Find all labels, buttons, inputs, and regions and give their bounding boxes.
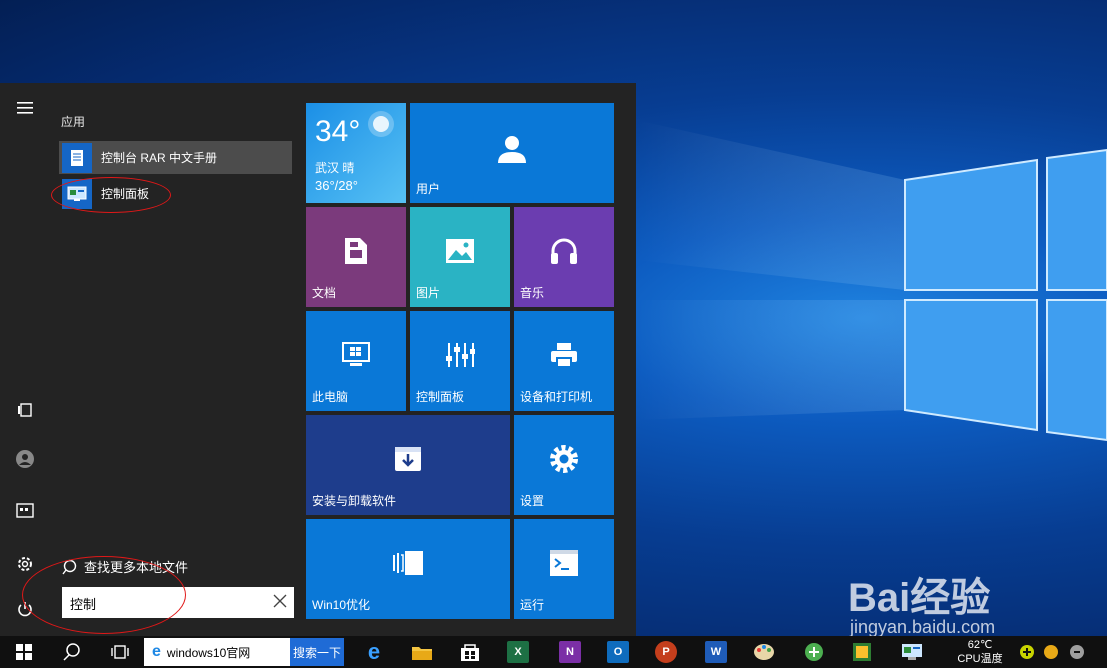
sliders-icon <box>446 343 475 367</box>
headphones-icon <box>551 238 577 264</box>
tile-label: 文档 <box>312 286 337 300</box>
tile-label: 音乐 <box>520 286 545 300</box>
cpu-temp-label: CPU温度 <box>957 653 1003 665</box>
word-icon[interactable]: W <box>702 636 730 668</box>
gear-icon <box>550 445 578 473</box>
picture-icon <box>446 239 474 263</box>
tile-label: 设置 <box>520 494 545 508</box>
tile-label: 此电脑 <box>312 390 349 404</box>
result-rar-manual[interactable]: 控制台 RAR 中文手册 <box>59 141 292 174</box>
tile-weather[interactable]: 34° 武汉 晴 36°/28° <box>306 103 406 203</box>
tile-label: 用户 <box>416 182 441 196</box>
weather-temp: 34° <box>315 115 361 148</box>
tile-music[interactable]: 音乐 <box>514 207 614 307</box>
green-circle-app-icon[interactable] <box>800 636 828 668</box>
sun-icon <box>368 111 394 137</box>
tile-label: 图片 <box>416 286 441 300</box>
watermark-brand: Bai经验 <box>848 576 991 620</box>
annotation-ellipse-control-panel <box>51 177 171 213</box>
start-rail <box>0 83 50 636</box>
tile-run[interactable]: 运行 <box>514 519 614 619</box>
hamburger-menu-icon[interactable] <box>9 92 41 124</box>
person-icon <box>498 136 526 163</box>
weather-range: 36°/28° <box>315 178 358 193</box>
outlook-icon[interactable]: O <box>604 636 632 668</box>
printer-icon <box>551 343 577 368</box>
tile-label: Win10优化 <box>312 598 371 612</box>
search-icon[interactable] <box>56 636 88 668</box>
search-results-pane: 应用 控制台 RAR 中文手册 控制面板 查找更多本地文件 控制 <box>50 83 306 636</box>
powerpoint-icon[interactable]: P <box>652 636 680 668</box>
tile-label: 安装与卸载软件 <box>312 494 397 508</box>
taskbar: e windows10官网 搜索一下 e X N O P W 62℃ CPU温度 <box>0 636 1107 668</box>
document-icon <box>345 238 367 264</box>
cpu-temp-value: 62℃ <box>967 639 993 651</box>
image-viewer-icon[interactable] <box>848 636 876 668</box>
control-panel-taskbar-icon[interactable] <box>898 636 926 668</box>
computer-icon <box>342 342 370 366</box>
apps-section-heading: 应用 <box>61 115 86 129</box>
tile-documents[interactable]: 文档 <box>306 207 406 307</box>
start-menu: 应用 控制台 RAR 中文手册 控制面板 查找更多本地文件 控制 34° 武汉 … <box>0 83 636 636</box>
tile-win10-optimize[interactable]: Win10优化 <box>306 519 510 619</box>
address-bar[interactable]: e windows10官网 <box>144 638 290 666</box>
tray-add-icon[interactable] <box>1016 636 1038 668</box>
optimize-panel-icon <box>393 551 423 575</box>
user-account-icon[interactable] <box>9 443 41 475</box>
tile-label: 运行 <box>520 598 545 612</box>
tile-label: 设备和打印机 <box>520 390 593 404</box>
store-icon[interactable] <box>456 636 484 668</box>
annotation-ellipse-search <box>22 556 186 634</box>
paint-palette-icon[interactable] <box>750 636 778 668</box>
ie-icon: e <box>152 643 161 660</box>
tile-pictures[interactable]: 图片 <box>410 207 510 307</box>
weather-city: 武汉 晴 <box>315 161 355 175</box>
tile-settings[interactable]: 设置 <box>514 415 614 515</box>
tray-app-icon[interactable] <box>1066 636 1088 668</box>
onenote-icon[interactable]: N <box>556 636 584 668</box>
edge-browser-icon[interactable]: e <box>360 636 388 668</box>
watermark-url: jingyan.baidu.com <box>850 617 996 636</box>
tablet-mode-icon[interactable] <box>9 394 41 426</box>
tray-shield-icon[interactable] <box>1040 636 1062 668</box>
task-view-icon[interactable] <box>104 636 136 668</box>
file-explorer-icon[interactable] <box>9 494 41 526</box>
clear-search-icon[interactable] <box>272 593 288 612</box>
address-text: windows10官网 <box>166 645 251 660</box>
tile-user[interactable]: 用户 <box>410 103 614 203</box>
tile-this-pc[interactable]: 此电脑 <box>306 311 406 411</box>
cpu-temperature: 62℃ CPU温度 <box>950 638 1010 666</box>
excel-icon[interactable]: X <box>504 636 532 668</box>
search-button[interactable]: 搜索一下 <box>290 638 344 666</box>
windows-start-icon[interactable] <box>8 636 40 668</box>
document-icon <box>62 142 92 173</box>
file-explorer-icon[interactable] <box>408 636 436 668</box>
tile-devices-printers[interactable]: 设备和打印机 <box>514 311 614 411</box>
install-box-icon <box>395 447 421 471</box>
run-command-icon <box>550 550 578 576</box>
tile-install-uninstall[interactable]: 安装与卸载软件 <box>306 415 510 515</box>
result-label: 控制台 RAR 中文手册 <box>101 151 218 165</box>
tile-label: 控制面板 <box>416 390 465 404</box>
tile-control-panel[interactable]: 控制面板 <box>410 311 510 411</box>
baidu-watermark: Bai经验 jingyan.baidu.com <box>848 545 1048 636</box>
